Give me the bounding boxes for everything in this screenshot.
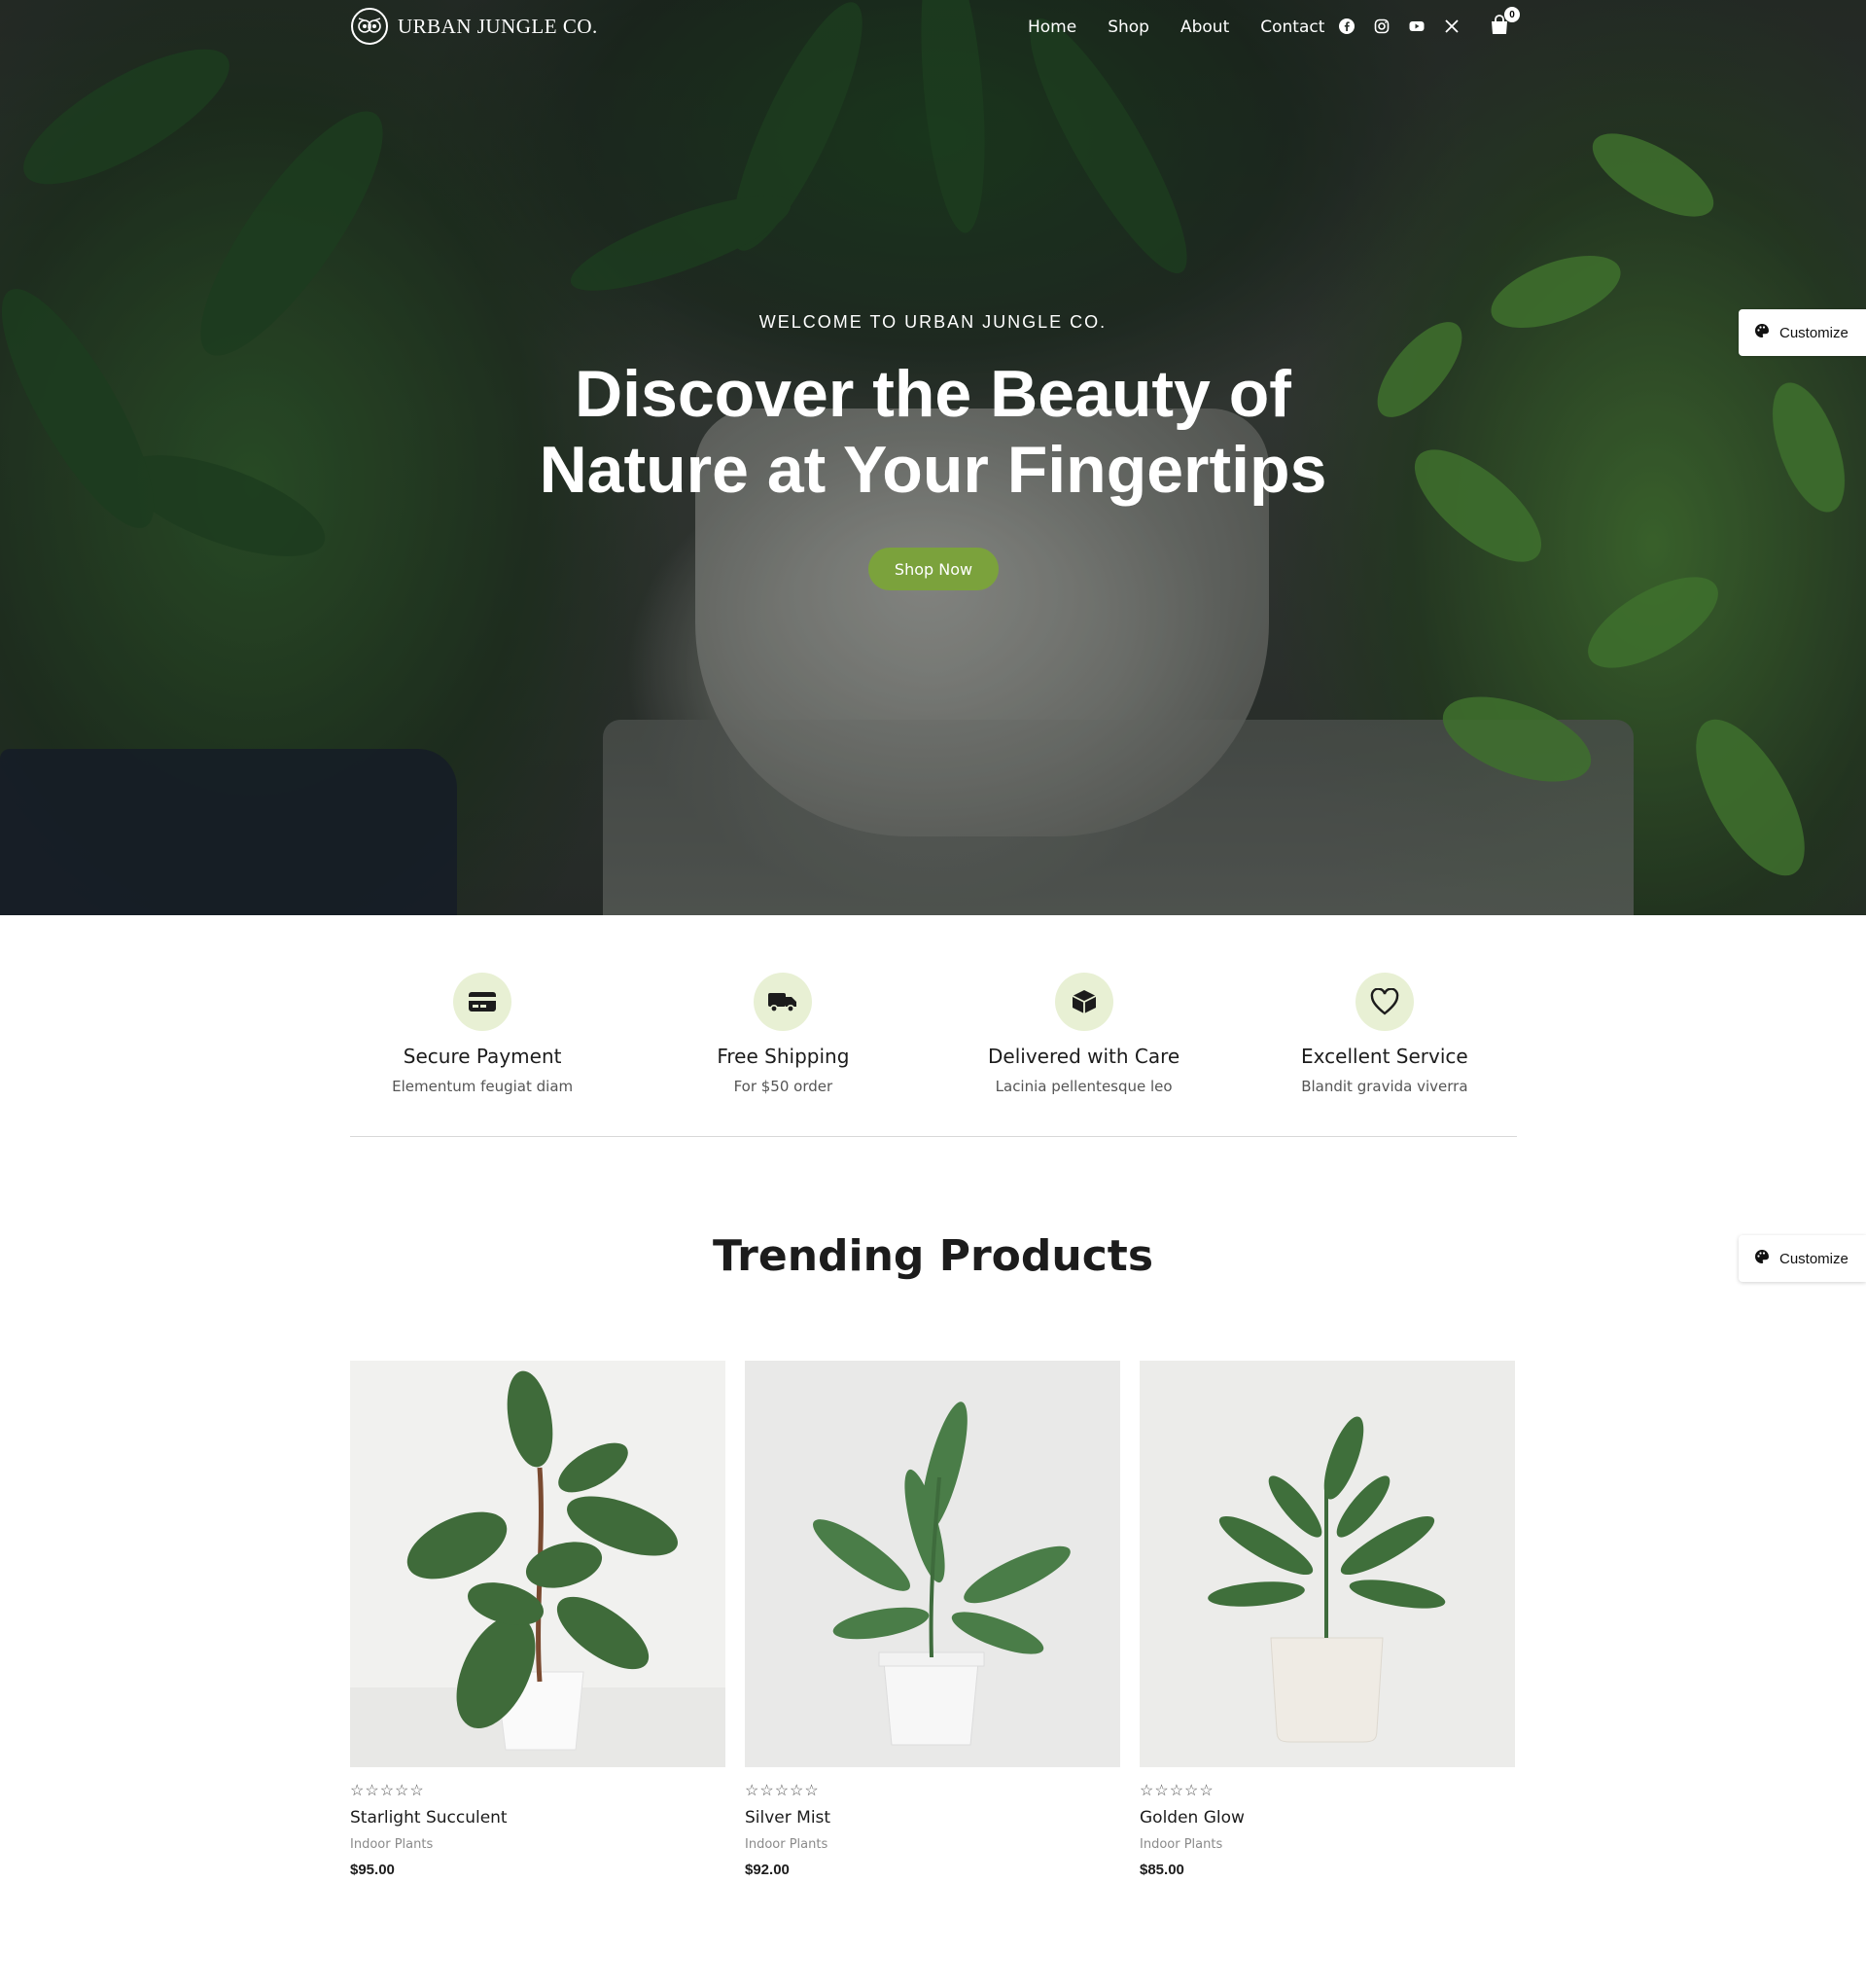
product-card[interactable]: ☆☆☆☆☆ Golden Glow Indoor Plants $85.00 <box>1140 1361 1515 1878</box>
trending-title: Trending Products <box>712 1231 1154 1281</box>
product-grid: ☆☆☆☆☆ Starlight Succulent Indoor Plants … <box>350 1361 1517 1878</box>
feature-free-shipping: Free Shipping For $50 order <box>651 973 915 1136</box>
feature-excellent-service: Excellent Service Blandit gravida viverr… <box>1252 973 1517 1136</box>
product-category[interactable]: Indoor Plants <box>350 1837 725 1852</box>
product-card[interactable]: ☆☆☆☆☆ Starlight Succulent Indoor Plants … <box>350 1361 725 1878</box>
feature-subtitle: Elementum feugiat diam <box>392 1078 574 1095</box>
product-card[interactable]: ☆☆☆☆☆ Silver Mist Indoor Plants $92.00 <box>745 1361 1120 1878</box>
cart-count-badge: 0 <box>1504 7 1520 22</box>
feature-subtitle: For $50 order <box>733 1078 833 1095</box>
facebook-icon[interactable] <box>1339 18 1355 34</box>
owl-icon <box>351 8 388 45</box>
heart-icon <box>1355 973 1414 1031</box>
social-links <box>1339 18 1460 34</box>
product-name[interactable]: Silver Mist <box>745 1808 1120 1828</box>
section-divider <box>350 1136 1517 1137</box>
product-name[interactable]: Starlight Succulent <box>350 1808 725 1828</box>
star-rating: ☆☆☆☆☆ <box>1140 1783 1215 1799</box>
star-rating: ☆☆☆☆☆ <box>350 1783 425 1799</box>
feature-subtitle: Blandit gravida viverra <box>1301 1078 1468 1095</box>
product-price: $95.00 <box>350 1862 395 1878</box>
nav-shop[interactable]: Shop <box>1108 18 1149 37</box>
nav-home[interactable]: Home <box>1028 18 1076 37</box>
main-menu: Home Shop About Contact <box>1028 18 1324 37</box>
hero-eyebrow: WELCOME TO URBAN JUNGLE CO. <box>758 312 1108 332</box>
hero-title: Discover the Beauty of Nature at Your Fi… <box>0 356 1866 508</box>
feature-title: Excellent Service <box>1301 1045 1468 1068</box>
features-row: Secure Payment Elementum feugiat diam Fr… <box>350 973 1517 1136</box>
feature-title: Delivered with Care <box>988 1045 1180 1068</box>
customize-label: Customize <box>1779 324 1848 341</box>
star-rating: ☆☆☆☆☆ <box>745 1783 820 1799</box>
site-header: URBAN JUNGLE CO. Home Shop About Contact… <box>0 0 1866 56</box>
product-category[interactable]: Indoor Plants <box>745 1837 1120 1852</box>
brand-name: URBAN JUNGLE CO. <box>398 14 598 38</box>
hero-title-line2: Nature at Your Fingertips <box>539 433 1327 507</box>
product-image[interactable] <box>1140 1361 1515 1767</box>
customize-button[interactable]: Customize <box>1739 309 1866 356</box>
box-icon <box>1054 973 1113 1031</box>
product-price: $85.00 <box>1140 1862 1184 1878</box>
feature-title: Secure Payment <box>403 1045 562 1068</box>
nav-contact[interactable]: Contact <box>1260 18 1324 37</box>
hero-title-line1: Discover the Beauty of <box>575 357 1291 431</box>
nav-about[interactable]: About <box>1180 18 1229 37</box>
product-category[interactable]: Indoor Plants <box>1140 1837 1515 1852</box>
youtube-icon[interactable] <box>1409 18 1425 34</box>
feature-title: Free Shipping <box>717 1045 850 1068</box>
credit-card-icon <box>453 973 512 1031</box>
x-icon[interactable] <box>1444 18 1460 34</box>
product-name[interactable]: Golden Glow <box>1140 1808 1515 1828</box>
site-logo[interactable]: URBAN JUNGLE CO. <box>351 8 598 45</box>
product-image[interactable] <box>745 1361 1120 1767</box>
shop-now-button[interactable]: Shop Now <box>868 548 999 590</box>
feature-delivered-with-care: Delivered with Care Lacinia pellentesque… <box>952 973 1216 1136</box>
truck-icon <box>754 973 813 1031</box>
palette-icon <box>1754 323 1770 342</box>
feature-subtitle: Lacinia pellentesque leo <box>995 1078 1173 1095</box>
product-price: $92.00 <box>745 1862 790 1878</box>
instagram-icon[interactable] <box>1374 18 1390 34</box>
product-image[interactable] <box>350 1361 725 1767</box>
feature-secure-payment: Secure Payment Elementum feugiat diam <box>350 973 615 1136</box>
